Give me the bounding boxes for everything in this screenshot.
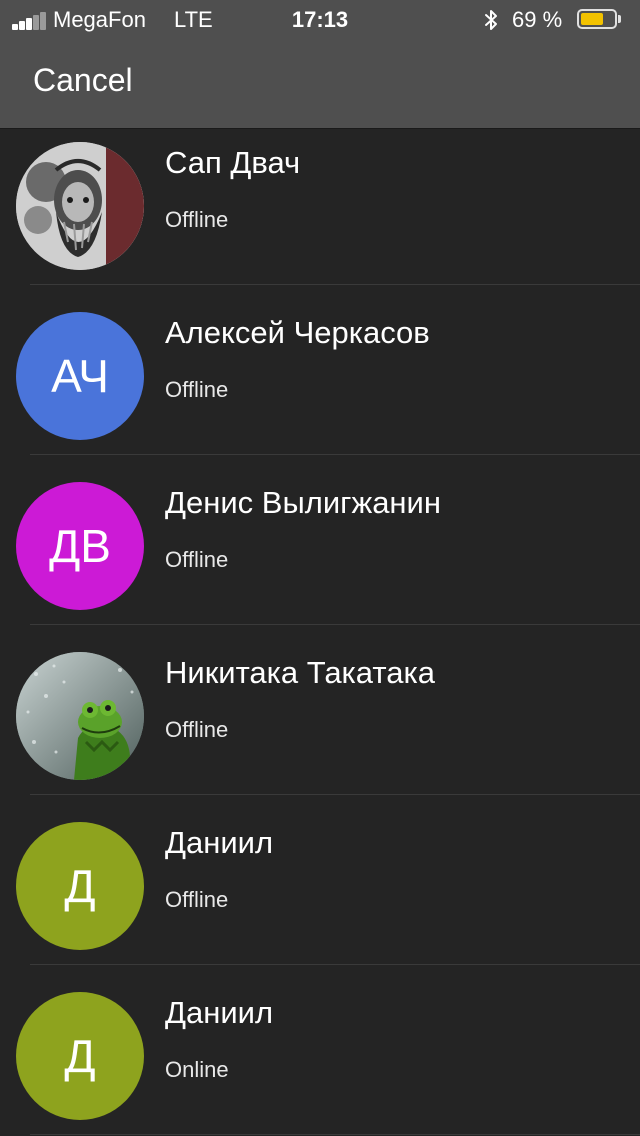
contact-avatar-initials: Д: [16, 822, 144, 950]
contact-name: Сап Двач: [165, 145, 301, 180]
bluetooth-icon: [485, 10, 497, 30]
bearded-man-photo-icon: [16, 142, 144, 270]
contact-list: Сап Двач Offline АЧ Алексей Черкасов Off…: [0, 129, 640, 1136]
contact-status: Offline: [165, 547, 229, 572]
contact-row[interactable]: Никитака Такатака Offline: [0, 625, 640, 795]
contact-name: Алексей Черкасов: [165, 315, 430, 350]
contact-name: Даниил: [165, 825, 274, 860]
contact-row[interactable]: Д Даниил Offline: [0, 795, 640, 965]
top-bar: MegaFon LTE 17:13 69 % Cancel: [0, 0, 640, 129]
contact-avatar-initials: АЧ: [16, 312, 144, 440]
contact-status: Offline: [165, 717, 229, 742]
contact-row[interactable]: Сап Двач Offline: [0, 129, 640, 285]
contact-name: Даниил: [165, 995, 274, 1030]
contact-avatar-initials: ДВ: [16, 482, 144, 610]
contact-status: Offline: [165, 207, 229, 232]
battery-percentage: 69 %: [512, 7, 563, 32]
contact-avatar-photo: [16, 142, 144, 270]
contact-status: Offline: [165, 377, 229, 402]
contact-avatar-initials: Д: [16, 992, 144, 1120]
contact-name: Никитака Такатака: [165, 655, 435, 690]
contact-name: Денис Вылигжанин: [165, 485, 441, 520]
status-bar: MegaFon LTE 17:13 69 %: [0, 0, 640, 40]
kermit-photo-icon: [16, 652, 144, 780]
contact-row[interactable]: АЧ Алексей Черкасов Offline: [0, 285, 640, 455]
cancel-button[interactable]: Cancel: [33, 62, 133, 99]
contact-status: Offline: [165, 887, 229, 912]
battery-icon: [577, 9, 623, 31]
row-divider: [30, 1134, 640, 1135]
contact-row[interactable]: ДВ Денис Вылигжанин Offline: [0, 455, 640, 625]
contact-avatar-photo: [16, 652, 144, 780]
contact-row[interactable]: Д Даниил Online: [0, 965, 640, 1135]
contact-status: Online: [165, 1057, 229, 1082]
